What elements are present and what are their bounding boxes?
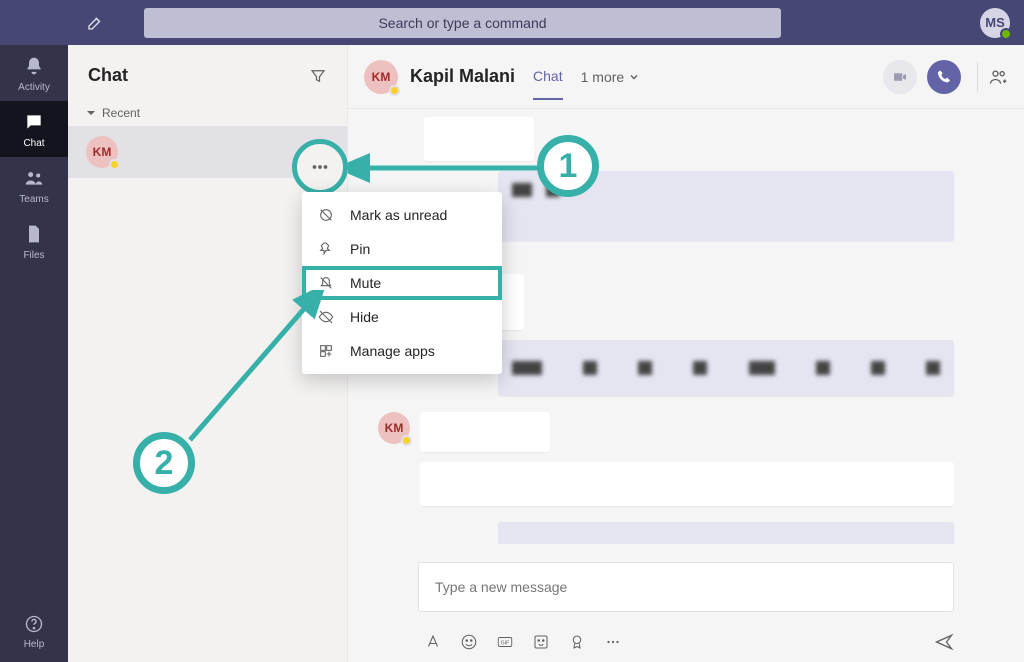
- conversation-title: Kapil Malani: [410, 66, 515, 87]
- add-people-button[interactable]: [977, 62, 1008, 92]
- menu-mark-unread[interactable]: Mark as unread: [302, 198, 502, 232]
- message-bubble: [420, 412, 550, 452]
- format-icon[interactable]: [424, 633, 442, 651]
- caret-down-icon: [86, 108, 96, 118]
- chat-icon: [23, 111, 45, 133]
- praise-icon[interactable]: [568, 633, 586, 651]
- more-icon[interactable]: [604, 633, 622, 651]
- conversation-header: KM Kapil Malani Chat 1 more: [348, 45, 1024, 109]
- message-bubble: [498, 522, 954, 544]
- avatar: KM: [364, 60, 398, 94]
- filter-icon[interactable]: [309, 67, 327, 85]
- annotation-arrow-2: [180, 290, 340, 460]
- participants-dropdown[interactable]: 1 more: [581, 69, 641, 85]
- annotation-step-1: 1: [537, 135, 599, 197]
- presence-available-icon: [1000, 28, 1012, 40]
- composer-placeholder: Type a new message: [435, 579, 567, 595]
- app-rail: Activity Chat Teams Files: [0, 45, 68, 662]
- compose-icon[interactable]: [82, 10, 108, 36]
- chat-list-title: Chat: [88, 65, 128, 86]
- unread-icon: [318, 207, 336, 223]
- annotation-arrow-1: [348, 152, 548, 192]
- message-bubble: [420, 462, 954, 506]
- search-input[interactable]: Search or type a command: [144, 8, 781, 38]
- sticker-icon[interactable]: [532, 633, 550, 651]
- avatar: KM: [378, 412, 410, 444]
- rail-activity[interactable]: Activity: [0, 45, 68, 101]
- chevron-down-icon: [628, 71, 640, 83]
- rail-files[interactable]: Files: [0, 213, 68, 269]
- message-composer[interactable]: Type a new message: [418, 562, 954, 612]
- emoji-icon[interactable]: [460, 633, 478, 651]
- files-icon: [23, 223, 45, 245]
- pin-icon: [318, 241, 336, 257]
- help-icon: [24, 614, 44, 634]
- search-placeholder: Search or type a command: [378, 15, 546, 31]
- mute-icon: [318, 275, 336, 291]
- annotation-step-2: 2: [133, 432, 195, 494]
- title-bar: Search or type a command MS: [0, 0, 1024, 45]
- section-recent[interactable]: Recent: [68, 98, 347, 126]
- audio-call-button[interactable]: [927, 60, 961, 94]
- bell-icon: [23, 55, 45, 77]
- gif-icon[interactable]: GIF: [496, 633, 514, 651]
- chat-more-options-button[interactable]: [292, 139, 348, 195]
- rail-chat[interactable]: Chat: [0, 101, 68, 157]
- menu-pin[interactable]: Pin: [302, 232, 502, 266]
- rail-teams[interactable]: Teams: [0, 157, 68, 213]
- current-user-avatar[interactable]: MS: [980, 8, 1010, 38]
- message-bubble: [498, 340, 954, 396]
- svg-text:GIF: GIF: [501, 640, 510, 646]
- avatar: KM: [86, 136, 118, 168]
- presence-away-icon: [389, 85, 400, 96]
- send-icon[interactable]: [934, 632, 954, 652]
- teams-icon: [23, 167, 45, 189]
- tab-chat[interactable]: Chat: [533, 68, 563, 100]
- presence-away-icon: [109, 159, 120, 170]
- presence-away-icon: [401, 435, 412, 446]
- rail-help[interactable]: Help: [24, 604, 45, 662]
- composer-toolbar: GIF: [348, 624, 1024, 662]
- video-call-button[interactable]: [883, 60, 917, 94]
